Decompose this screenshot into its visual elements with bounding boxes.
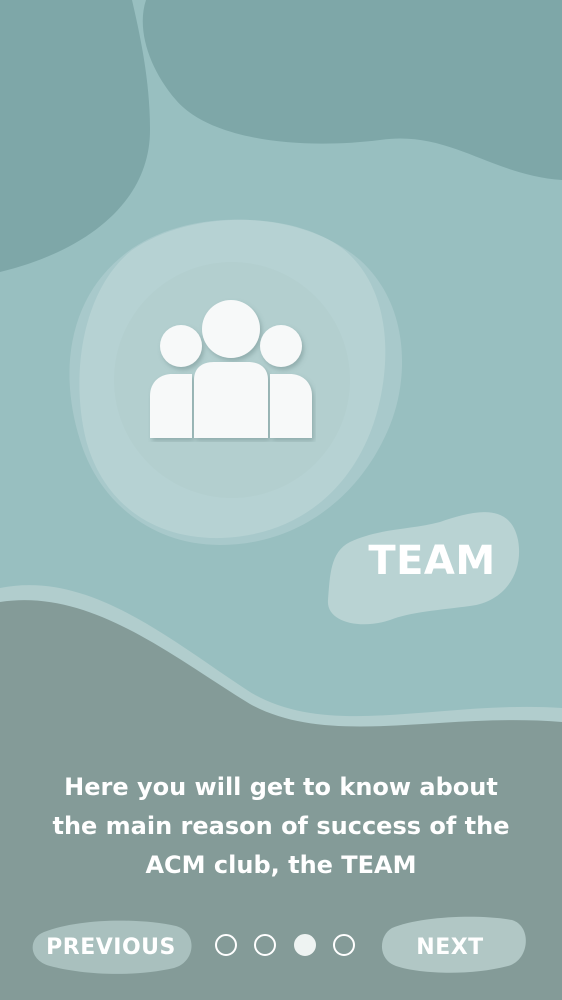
page-indicator	[215, 932, 355, 958]
page-description: Here you will get to know about the main…	[52, 773, 510, 879]
team-people-icon	[148, 298, 316, 442]
next-button[interactable]: NEXT	[388, 924, 512, 970]
page-title: TEAM	[368, 538, 496, 584]
onboarding-screen: TEAM Here you will get to know about the…	[0, 0, 562, 1000]
page-dot-1[interactable]	[215, 934, 237, 956]
page-dot-2[interactable]	[254, 934, 277, 956]
page-dot-4[interactable]	[332, 934, 355, 956]
page-dot-3-active[interactable]	[293, 934, 316, 956]
previous-button[interactable]: PREVIOUS	[40, 924, 182, 970]
